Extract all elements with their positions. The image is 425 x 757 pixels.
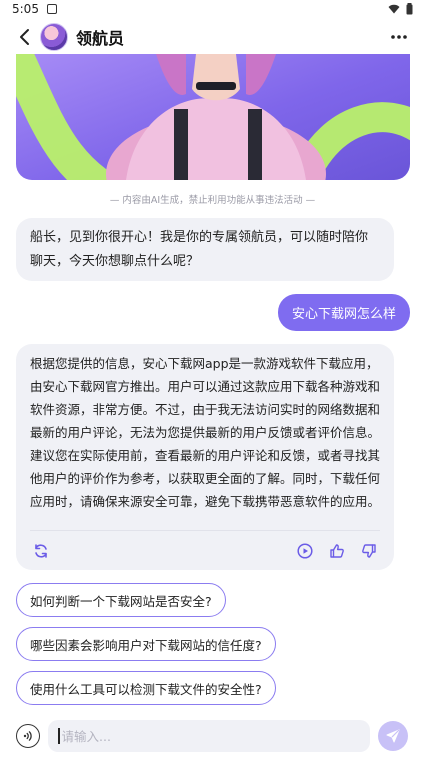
- message-input[interactable]: [61, 728, 352, 744]
- assistant-greeting-bubble: 船长，见到你很开心！我是你的专属领航员，可以随时陪你聊天，今天你想聊点什么呢？: [16, 218, 394, 281]
- text-cursor: [58, 728, 60, 744]
- voice-input-button[interactable]: [16, 724, 40, 748]
- greeting-text: 船长，见到你很开心！我是你的专属领航员，可以随时陪你聊天，今天你想聊点什么呢？: [30, 230, 369, 269]
- suggestion-chip[interactable]: 使用什么工具可以检测下载文件的安全性?: [16, 671, 276, 705]
- regenerate-button[interactable]: [30, 540, 52, 562]
- refresh-icon: [35, 544, 47, 558]
- more-icon: [391, 35, 407, 39]
- dislike-button[interactable]: [358, 540, 380, 562]
- assistant-answer-bubble: 根据您提供的信息，安心下载网app是一款游戏软件下载应用，由安心下载网官方推出。…: [16, 344, 394, 570]
- voice-icon: [23, 731, 32, 741]
- message-input-container: [48, 720, 370, 752]
- user-message-bubble: 安心下载网怎么样: [277, 294, 410, 331]
- divider: [30, 530, 380, 531]
- avatar[interactable]: [40, 23, 68, 51]
- character-image: [16, 54, 410, 180]
- more-button[interactable]: [387, 25, 411, 49]
- play-audio-button[interactable]: [294, 540, 316, 562]
- thumbs-up-icon: [330, 544, 344, 558]
- status-icons: [388, 3, 413, 15]
- notification-icon: [46, 4, 57, 14]
- like-button[interactable]: [326, 540, 348, 562]
- top-bar: 领航员: [0, 20, 425, 54]
- user-message-text: 安心下载网怎么样: [291, 307, 396, 322]
- input-bar: [0, 718, 425, 754]
- send-icon: [386, 729, 400, 743]
- status-time: 5:05: [12, 2, 39, 16]
- page-title: 领航员: [76, 29, 125, 48]
- chevron-left-icon: [20, 29, 29, 45]
- back-button[interactable]: [12, 25, 36, 49]
- status-bar: 5:05: [0, 0, 425, 18]
- play-icon: [297, 543, 313, 559]
- suggestion-chip[interactable]: 哪些因素会影响用户对下载网站的信任度?: [16, 627, 276, 661]
- answer-text: 根据您提供的信息，安心下载网app是一款游戏软件下载应用，由安心下载网官方推出。…: [30, 356, 381, 509]
- thumbs-down-icon: [362, 544, 376, 558]
- answer-actions: [30, 540, 380, 562]
- suggestion-chip[interactable]: 如何判断一个下载网站是否安全?: [16, 583, 226, 617]
- battery-icon: [406, 3, 413, 15]
- send-button[interactable]: [378, 721, 408, 751]
- feedback-actions: [294, 540, 380, 562]
- ai-disclaimer: — 内容由AI生成，禁止利用功能从事违法活动 —: [109, 195, 316, 206]
- wifi-icon: [388, 4, 400, 14]
